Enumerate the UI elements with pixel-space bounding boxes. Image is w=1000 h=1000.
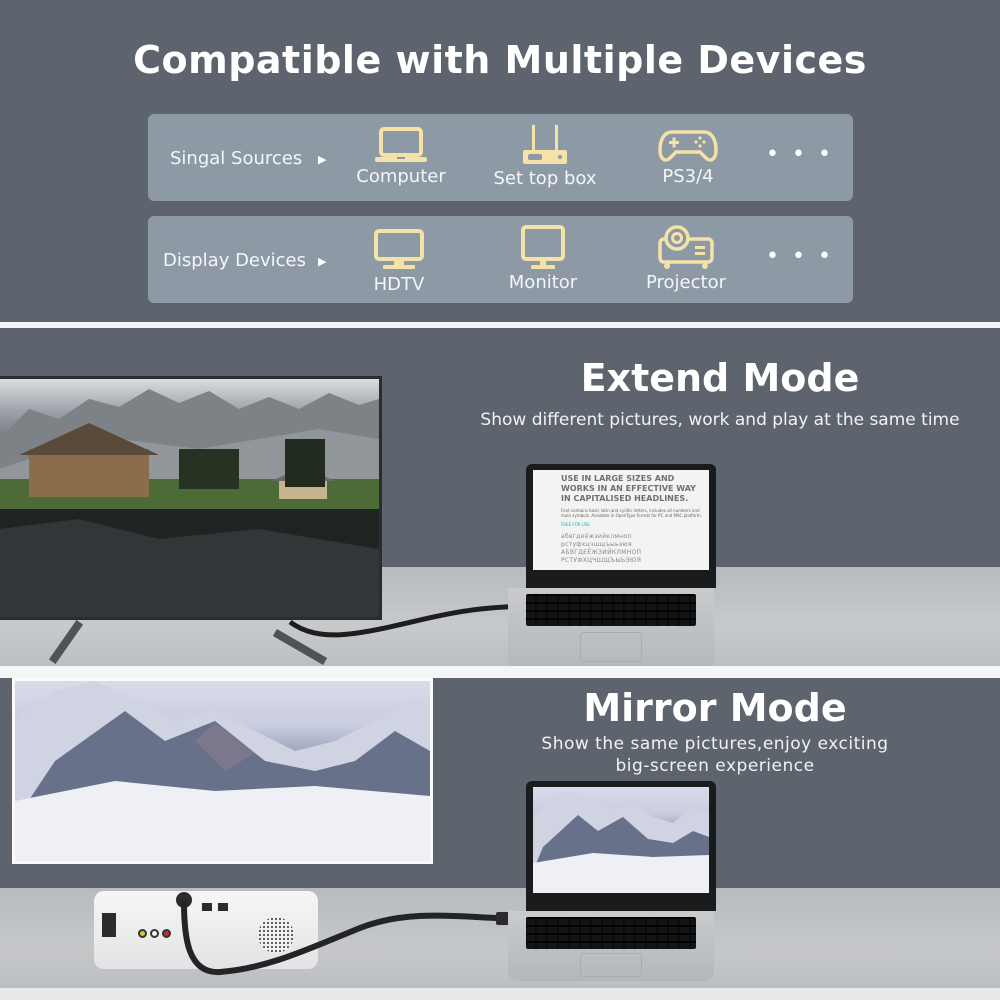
laptop-trackpad xyxy=(580,632,642,662)
device-ps34: PS3/4 xyxy=(618,128,758,187)
set-top-box-icon xyxy=(523,125,567,164)
device-label: HDTV xyxy=(373,274,425,295)
device-label: Set top box xyxy=(493,168,597,189)
arrow-right-icon: ▶ xyxy=(318,255,327,268)
doc-headline: USE IN LARGE SIZES AND WORKS IN AN EFFEC… xyxy=(561,474,696,503)
hdmi-cable xyxy=(176,892,514,976)
page-title: Compatible with Multiple Devices xyxy=(133,38,867,82)
doc-cyrillic-4: РСТУФХЦЧШЩЪЫЬЭЮЯ xyxy=(561,557,642,564)
arrow-right-icon: ▶ xyxy=(318,153,327,166)
laptop-base xyxy=(508,588,714,666)
mirror-mode-section: Mirror Mode Show the same pictures,enjoy… xyxy=(0,678,1000,988)
device-label: PS3/4 xyxy=(662,166,714,187)
section-divider xyxy=(0,666,1000,678)
tv-icon xyxy=(374,229,424,269)
laptop-screen-document: USE IN LARGE SIZES AND WORKS IN AN EFFEC… xyxy=(533,470,709,570)
laptop-extend: USE IN LARGE SIZES AND WORKS IN AN EFFEC… xyxy=(526,464,716,588)
device-projector: Projector xyxy=(616,224,756,293)
power-port xyxy=(102,913,116,937)
laptop-icon xyxy=(375,127,427,162)
laptop-base xyxy=(508,911,714,981)
laptop-screen-mirrored xyxy=(533,787,709,893)
gamepad-icon xyxy=(658,130,718,162)
device-monitor: Monitor xyxy=(473,224,613,293)
laptop-mirror xyxy=(526,781,716,911)
signal-sources-label: Singal Sources xyxy=(170,148,303,169)
bottom-band xyxy=(0,988,1000,1000)
laptop-keyboard xyxy=(526,594,696,626)
doc-cyrillic-1: абвгдеёжзийклмноп xyxy=(561,533,632,540)
device-label: Projector xyxy=(646,272,726,293)
mirror-mode-subtitle-line2: big-screen experience xyxy=(615,756,815,776)
projection-screen xyxy=(12,678,433,864)
monitor-icon xyxy=(521,225,565,269)
device-label: Computer xyxy=(356,166,446,187)
device-set-top-box: Set top box xyxy=(475,124,615,189)
snowy-mountain-scene xyxy=(15,681,430,861)
device-computer: Computer xyxy=(331,126,471,187)
hdmi-cable xyxy=(288,600,530,638)
doc-free-label: FREE FOR USE xyxy=(561,522,590,527)
compatibility-section: Compatible with Multiple Devices Singal … xyxy=(0,0,1000,322)
extend-mode-subtitle: Show different pictures, work and play a… xyxy=(480,410,960,430)
mirror-mode-subtitle-line1: Show the same pictures,enjoy exciting xyxy=(541,734,889,754)
extend-mode-section: Extend Mode Show different pictures, wor… xyxy=(0,328,1000,666)
more-icon: • • • xyxy=(766,244,834,269)
more-icon: • • • xyxy=(766,142,834,167)
projector-icon xyxy=(658,225,714,269)
signal-sources-panel: Singal Sources ▶ Computer Set top box PS… xyxy=(148,114,853,201)
doc-body: Font contains basic latin and cyrillic l… xyxy=(561,508,702,518)
extend-mode-title: Extend Mode xyxy=(580,356,860,400)
display-devices-panel: Display Devices ▶ HDTV Monitor Projector… xyxy=(148,216,853,303)
rca-yellow xyxy=(138,929,147,938)
device-hdtv: HDTV xyxy=(329,228,469,295)
doc-cyrillic-3: АБВГДЕЁЖЗИЙКЛМНОП xyxy=(561,549,642,556)
display-devices-label: Display Devices xyxy=(163,250,307,271)
snowy-mountain-scene xyxy=(533,787,709,893)
device-label: Monitor xyxy=(508,272,578,293)
mirror-mode-title: Mirror Mode xyxy=(583,686,847,730)
laptop-trackpad xyxy=(580,953,642,977)
laptop-keyboard xyxy=(526,917,696,949)
doc-cyrillic-2: рстуфхцчшщъыьэюя xyxy=(561,541,632,548)
rca-white xyxy=(150,929,159,938)
